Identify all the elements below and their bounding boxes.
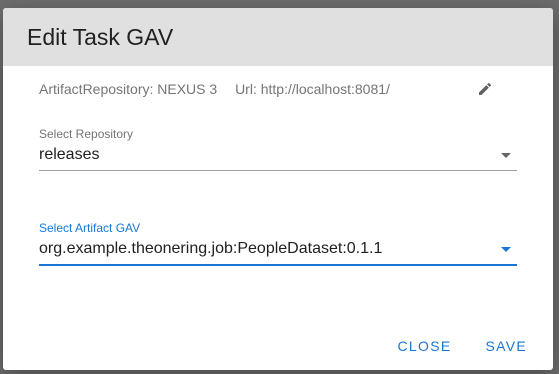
dialog-header: Edit Task GAV [3,8,553,66]
close-button[interactable]: CLOSE [398,338,452,354]
caret-down-icon[interactable] [501,153,511,158]
save-button[interactable]: SAVE [485,338,527,354]
select-artifact-gav-value: org.example.theonering.job:PeopleDataset… [39,240,383,257]
select-repository-label: Select Repository [39,127,134,141]
repository-info: ArtifactRepository: NEXUS 3 Url: http://… [39,81,390,97]
pencil-icon[interactable] [477,81,493,97]
artifact-repository-text: ArtifactRepository: NEXUS 3 [39,81,218,97]
caret-down-icon[interactable] [501,247,511,252]
select-artifact-gav-underline [39,264,517,266]
dialog-title: Edit Task GAV [27,23,174,50]
dialog-actions: CLOSE SAVE [398,338,527,354]
edit-task-gav-dialog: Edit Task GAV ArtifactRepository: NEXUS … [3,8,553,370]
select-repository-value: releases [39,146,100,163]
select-artifact-gav-label: Select Artifact GAV [39,221,141,235]
repository-url-text: Url: http://localhost:8081/ [235,81,390,97]
select-repository-underline [39,170,517,171]
select-repository-field[interactable]: Select Repository releases [39,127,517,172]
select-artifact-gav-field[interactable]: Select Artifact GAV org.example.theoneri… [39,221,517,267]
